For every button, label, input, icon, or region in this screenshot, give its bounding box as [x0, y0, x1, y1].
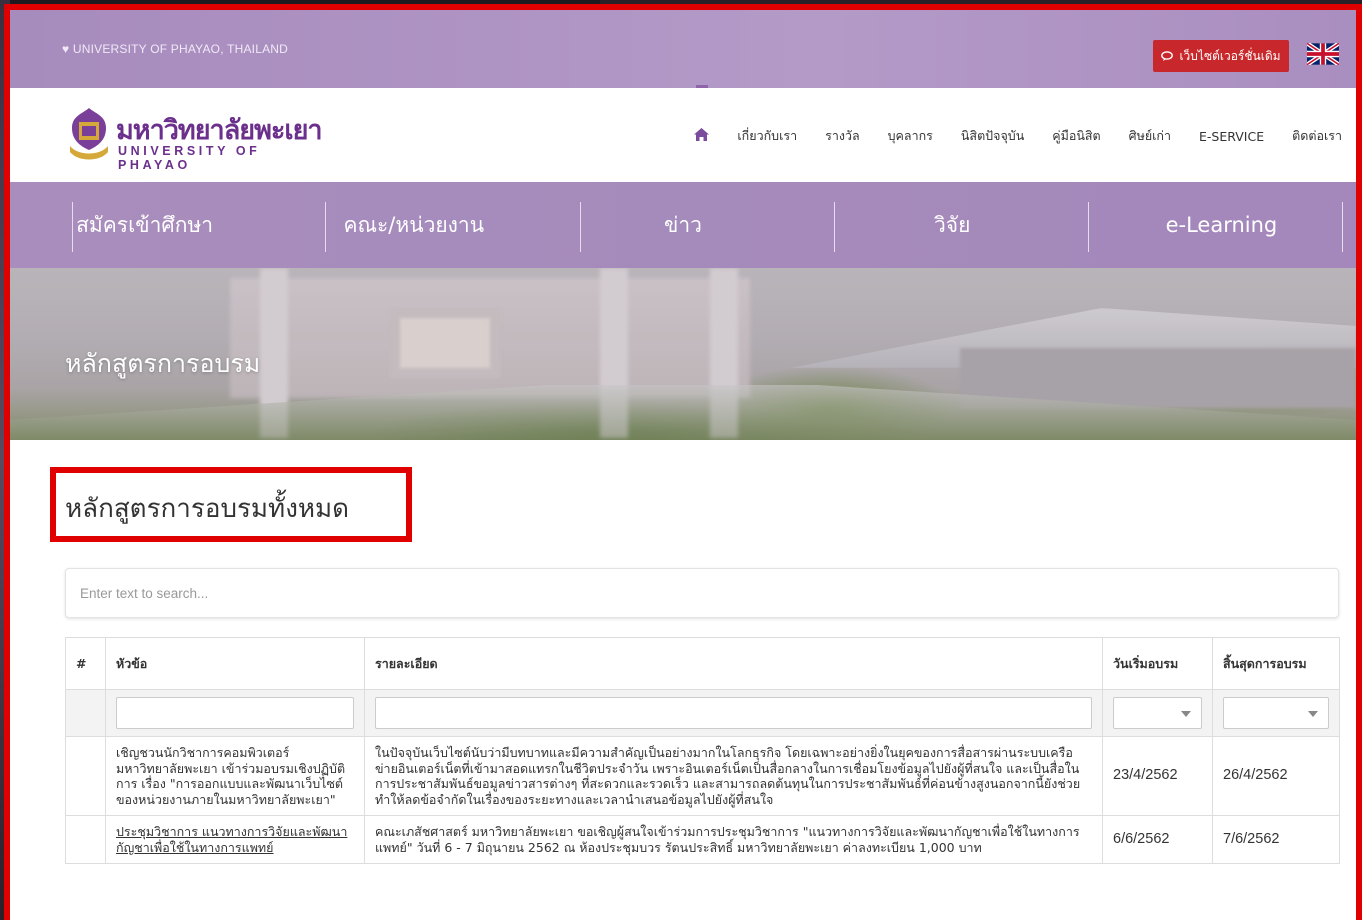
end-date-filter-select[interactable] — [1223, 697, 1329, 729]
old-site-label: เว็บไซต์เวอร์ชั่นเดิม — [1179, 48, 1281, 63]
highlight-frame: ♥ UNIVERSITY OF PHAYAO, THAILAND เว็บไซต… — [4, 4, 1362, 920]
menu-item-faculties[interactable]: คณะ/หน่วยงาน — [279, 182, 548, 268]
old-site-button[interactable]: เว็บไซต์เวอร์ชั่นเดิม — [1153, 40, 1289, 72]
menu-item-news[interactable]: ข่าว — [548, 182, 817, 268]
menu-item-label: e-Learning — [1165, 213, 1278, 237]
nav-item-awards[interactable]: รางวัล — [825, 126, 860, 146]
main-menu-bar: สมัครเข้าศึกษา คณะ/หน่วยงาน ข่าว วิจัย e… — [10, 182, 1356, 268]
table-header-row: # หัวข้อ รายละเอียด วันเริ่มอบรม สิ้นสุด… — [65, 637, 1340, 690]
col-header-start-date[interactable]: วันเริ่มอบรม — [1102, 637, 1213, 690]
table-row: ประชุมวิชาการ แนวทางการวิจัยและพัฒนากัญช… — [65, 815, 1340, 864]
col-header-end-date[interactable]: สิ้นสุดการอบรม — [1212, 637, 1340, 690]
row-end-date: 26/4/2562 — [1212, 736, 1340, 816]
menu-item-elearning[interactable]: e-Learning — [1087, 182, 1356, 268]
nav-item-student-handbook[interactable]: คู่มือนิสิต — [1052, 126, 1100, 146]
menu-item-label: วิจัย — [934, 212, 971, 237]
nav-item-current-students[interactable]: นิสิตปัจจุบัน — [961, 126, 1024, 146]
top-bar: ♥ UNIVERSITY OF PHAYAO, THAILAND เว็บไซต… — [10, 10, 1356, 88]
menu-item-label: คณะ/หน่วยงาน — [343, 212, 485, 237]
chat-icon — [1161, 51, 1174, 61]
start-date-filter-select[interactable] — [1113, 697, 1202, 729]
site-header: มหาวิทยาลัยพะเยา UNIVERSITY OF PHAYAO เก… — [10, 85, 1356, 182]
filter-row — [65, 689, 1340, 737]
hero-title: หลักสูตรการอบรม — [65, 349, 261, 378]
uk-flag-icon[interactable] — [1307, 43, 1339, 65]
menu-item-label: ข่าว — [664, 212, 702, 237]
col-header-topic[interactable]: หัวข้อ — [105, 637, 365, 690]
row-detail: คณะเภสัชศาสตร์ มหาวิทยาลัยพะเยา ขอเชิญผู… — [364, 815, 1103, 864]
filter-cell — [1212, 689, 1340, 737]
university-logo[interactable]: มหาวิทยาลัยพะเยา UNIVERSITY OF PHAYAO — [66, 100, 336, 172]
menu-item-label: สมัครเข้าศึกษา — [76, 212, 214, 237]
table-row: เชิญชวนนักวิชาการคอมพิวเตอร์ มหาวิทยาลัย… — [65, 736, 1340, 816]
webpage: ♥ UNIVERSITY OF PHAYAO, THAILAND เว็บไซต… — [10, 10, 1356, 920]
row-topic: เชิญชวนนักวิชาการคอมพิวเตอร์ มหาวิทยาลัย… — [105, 736, 365, 816]
row-end-date: 7/6/2562 — [1212, 815, 1340, 864]
nav-item-alumni[interactable]: ศิษย์เก่า — [1129, 126, 1171, 146]
main-nav: เกี่ยวกับเรา รางวัล บุคลากร นิสิตปัจจุบั… — [694, 85, 1342, 146]
filter-cell — [105, 689, 365, 737]
menu-item-admission[interactable]: สมัครเข้าศึกษา — [10, 182, 279, 268]
nav-item-about[interactable]: เกี่ยวกับเรา — [737, 126, 797, 146]
filter-cell — [1102, 689, 1213, 737]
row-start-date: 6/6/2562 — [1102, 815, 1213, 864]
col-header-number[interactable]: # — [65, 637, 106, 690]
topic-filter-input[interactable] — [116, 697, 354, 729]
highlight-box — [50, 467, 412, 542]
nav-item-contact[interactable]: ติดต่อเรา — [1292, 126, 1342, 146]
detail-filter-input[interactable] — [375, 697, 1092, 729]
filter-cell — [364, 689, 1103, 737]
nav-item-staff[interactable]: บุคลากร — [888, 126, 933, 146]
filter-cell-empty — [65, 689, 106, 737]
courses-table: # หัวข้อ รายละเอียด วันเริ่มอบรม สิ้นสุด… — [65, 637, 1340, 864]
col-header-detail[interactable]: รายละเอียด — [364, 637, 1103, 690]
row-topic: ประชุมวิชาการ แนวทางการวิจัยและพัฒนากัญช… — [105, 815, 365, 864]
row-start-date: 23/4/2562 — [1102, 736, 1213, 816]
row-number — [65, 815, 106, 864]
logo-english-name: UNIVERSITY OF PHAYAO — [118, 144, 261, 172]
location-text: ♥ UNIVERSITY OF PHAYAO, THAILAND — [62, 42, 289, 56]
university-seal-icon — [70, 108, 108, 160]
row-detail: ในปัจจุบันเว็บไซต์นับว่ามีบทบาทและมีความ… — [364, 736, 1103, 816]
row-topic-link[interactable]: ประชุมวิชาการ แนวทางการวิจัยและพัฒนากัญช… — [116, 824, 347, 855]
home-icon[interactable] — [694, 85, 710, 145]
main-content: หลักสูตรการอบรมทั้งหมด Enter text to sea… — [10, 440, 1356, 920]
search-input[interactable]: Enter text to search... — [65, 568, 1339, 618]
menu-item-research[interactable]: วิจัย — [818, 182, 1087, 268]
hero-banner: หลักสูตรการอบรม — [10, 268, 1356, 440]
nav-item-eservice[interactable]: E-SERVICE — [1199, 129, 1264, 144]
row-number — [65, 736, 106, 816]
menu-separator — [1342, 202, 1343, 252]
